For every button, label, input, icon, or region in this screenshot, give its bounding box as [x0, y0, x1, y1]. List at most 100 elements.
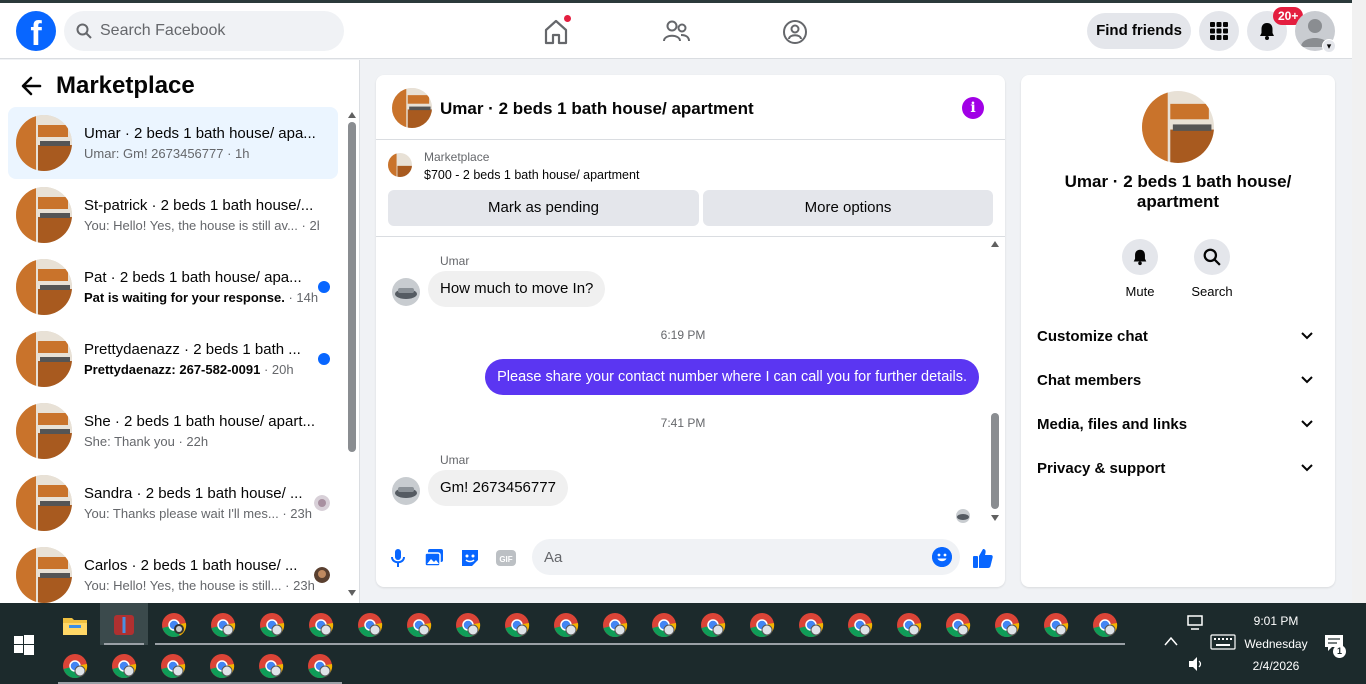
chrome-icon[interactable]	[895, 611, 923, 639]
chat-listing-thumbnail[interactable]	[392, 88, 432, 128]
mute-label: Mute	[1125, 284, 1155, 299]
listing-mini-thumbnail	[388, 153, 412, 177]
chrome-icon[interactable]	[257, 652, 285, 680]
info-icon[interactable]: i	[962, 97, 984, 119]
privacy-support-section[interactable]: Privacy & support	[1029, 448, 1327, 488]
chat-title[interactable]: Umar · 2 beds 1 bath house/ apartment	[440, 99, 754, 119]
find-friends-button[interactable]: Find friends	[1087, 13, 1191, 49]
keyboard-icon[interactable]	[1210, 634, 1236, 650]
network-icon[interactable]	[1187, 615, 1205, 631]
info-listing-thumbnail[interactable]	[1142, 91, 1214, 163]
search-box[interactable]	[64, 11, 344, 51]
chrome-icon[interactable]	[944, 611, 972, 639]
chrome-icon[interactable]	[208, 652, 236, 680]
message-input[interactable]	[544, 548, 914, 566]
message-input-box[interactable]	[532, 539, 960, 575]
conversation-title: Pat · 2 beds 1 bath house/ apa...	[84, 269, 302, 286]
chrome-icon[interactable]	[61, 652, 89, 680]
chrome-icon[interactable]	[699, 611, 727, 639]
thread-scrollbar[interactable]	[988, 237, 1002, 527]
chrome-icon[interactable]	[650, 611, 678, 639]
clock-time[interactable]: 9:01 PM	[1240, 614, 1312, 628]
conversation-item[interactable]: She · 2 beds 1 bath house/ apart... She: …	[8, 395, 338, 467]
action-center-badge: 1	[1333, 645, 1346, 658]
chrome-icon[interactable]	[160, 611, 188, 639]
sidebar-scrollbar[interactable]	[345, 110, 359, 600]
chrome-icon[interactable]	[307, 611, 335, 639]
sender-avatar[interactable]	[392, 278, 420, 306]
chrome-icon[interactable]	[797, 611, 825, 639]
clock-day[interactable]: Wednesday	[1240, 637, 1312, 651]
photo-icon[interactable]	[423, 547, 445, 569]
chat-members-section[interactable]: Chat members	[1029, 360, 1327, 400]
friends-nav-button[interactable]	[661, 17, 691, 47]
chrome-icon[interactable]	[503, 611, 531, 639]
app-icon[interactable]	[110, 611, 138, 639]
chrome-icon[interactable]	[748, 611, 776, 639]
windows-start-icon[interactable]	[14, 635, 34, 655]
conversation-list: Umar · 2 beds 1 bath house/ apa... Umar: …	[8, 107, 338, 603]
microphone-icon[interactable]	[387, 547, 409, 569]
file-explorer-icon[interactable]	[61, 611, 89, 639]
search-in-conversation-button[interactable]: Search	[1182, 239, 1242, 299]
chrome-icon[interactable]	[993, 611, 1021, 639]
chrome-icon[interactable]	[306, 652, 334, 680]
chevron-down-icon[interactable]: ▾	[1322, 39, 1336, 53]
incoming-message[interactable]: How much to move In?	[428, 271, 606, 307]
clock-date[interactable]: 2/4/2026	[1240, 659, 1312, 673]
listing-thumbnail	[16, 259, 72, 315]
emoji-icon[interactable]	[932, 547, 952, 567]
customize-chat-section[interactable]: Customize chat	[1029, 316, 1327, 356]
thumbs-up-icon[interactable]	[972, 547, 994, 569]
conversation-item[interactable]: Carlos · 2 beds 1 bath house/ ... You: He…	[8, 539, 338, 603]
sender-avatar[interactable]	[392, 477, 420, 505]
more-options-button[interactable]: More options	[703, 190, 993, 226]
chrome-icon[interactable]	[454, 611, 482, 639]
chrome-icon[interactable]	[209, 611, 237, 639]
chrome-icon[interactable]	[601, 611, 629, 639]
conversation-item[interactable]: St-patrick · 2 beds 1 bath house/... You:…	[8, 179, 338, 251]
menu-button[interactable]	[1199, 11, 1239, 51]
chrome-icon[interactable]	[159, 652, 187, 680]
incoming-message[interactable]: Gm! 2673456777	[428, 470, 568, 506]
listing-price-title[interactable]: $700 - 2 beds 1 bath house/ apartment	[424, 168, 639, 182]
chrome-icon[interactable]	[1091, 611, 1119, 639]
info-title: Umar · 2 beds 1 bath house/ apartment	[1064, 172, 1292, 211]
thread-scroll-thumb[interactable]	[991, 413, 999, 509]
chrome-icon[interactable]	[258, 611, 286, 639]
chrome-icon[interactable]	[1042, 611, 1070, 639]
outgoing-message[interactable]: Please share your contact number where I…	[485, 359, 979, 395]
mute-button[interactable]: Mute	[1110, 239, 1170, 299]
conversation-preview: You: Hello! Yes, the house is still av..…	[84, 218, 319, 233]
sidebar-scroll-thumb[interactable]	[348, 122, 356, 452]
conversation-title: Sandra · 2 beds 1 bath house/ ...	[84, 485, 303, 502]
conversation-preview: You: Thanks please wait I'll mes... · 23…	[84, 506, 312, 521]
marketplace-inbox-sidebar: Marketplace Umar · 2 beds 1 bath house/ …	[0, 60, 360, 603]
page-scrollbar[interactable]	[1352, 0, 1366, 603]
groups-nav-button[interactable]	[780, 17, 810, 47]
chrome-icon[interactable]	[356, 611, 384, 639]
gif-icon[interactable]: GIF	[495, 547, 517, 569]
message-composer: GIF	[376, 537, 1005, 581]
volume-icon[interactable]	[1187, 656, 1205, 672]
conversation-item[interactable]: Sandra · 2 beds 1 bath house/ ... You: Th…	[8, 467, 338, 539]
conversation-item[interactable]: Pat · 2 beds 1 bath house/ apa... Pat is …	[8, 251, 338, 323]
message-timestamp: 7:41 PM	[660, 416, 706, 430]
conversation-item[interactable]: Umar · 2 beds 1 bath house/ apa... Umar: …	[8, 107, 338, 179]
chrome-icon[interactable]	[552, 611, 580, 639]
media-files-links-section[interactable]: Media, files and links	[1029, 404, 1327, 444]
back-arrow-icon[interactable]	[20, 75, 42, 97]
mark-as-pending-button[interactable]: Mark as pending	[388, 190, 699, 226]
windows-taskbar: 9:01 PM Wednesday 2/4/2026 1	[0, 603, 1366, 684]
chrome-icon[interactable]	[405, 611, 433, 639]
apps-grid-icon	[1210, 22, 1228, 40]
facebook-logo-icon[interactable]: f	[16, 11, 56, 51]
chrome-icon[interactable]	[846, 611, 874, 639]
chevron-up-icon[interactable]	[1164, 636, 1178, 646]
search-input[interactable]	[100, 22, 320, 40]
sticker-icon[interactable]	[459, 547, 481, 569]
conversation-item[interactable]: Prettydaenazz · 2 beds 1 bath ... Prettyd…	[8, 323, 338, 395]
home-nav-button[interactable]	[541, 14, 572, 47]
chrome-icon[interactable]	[110, 652, 138, 680]
home-notification-dot	[563, 14, 572, 23]
